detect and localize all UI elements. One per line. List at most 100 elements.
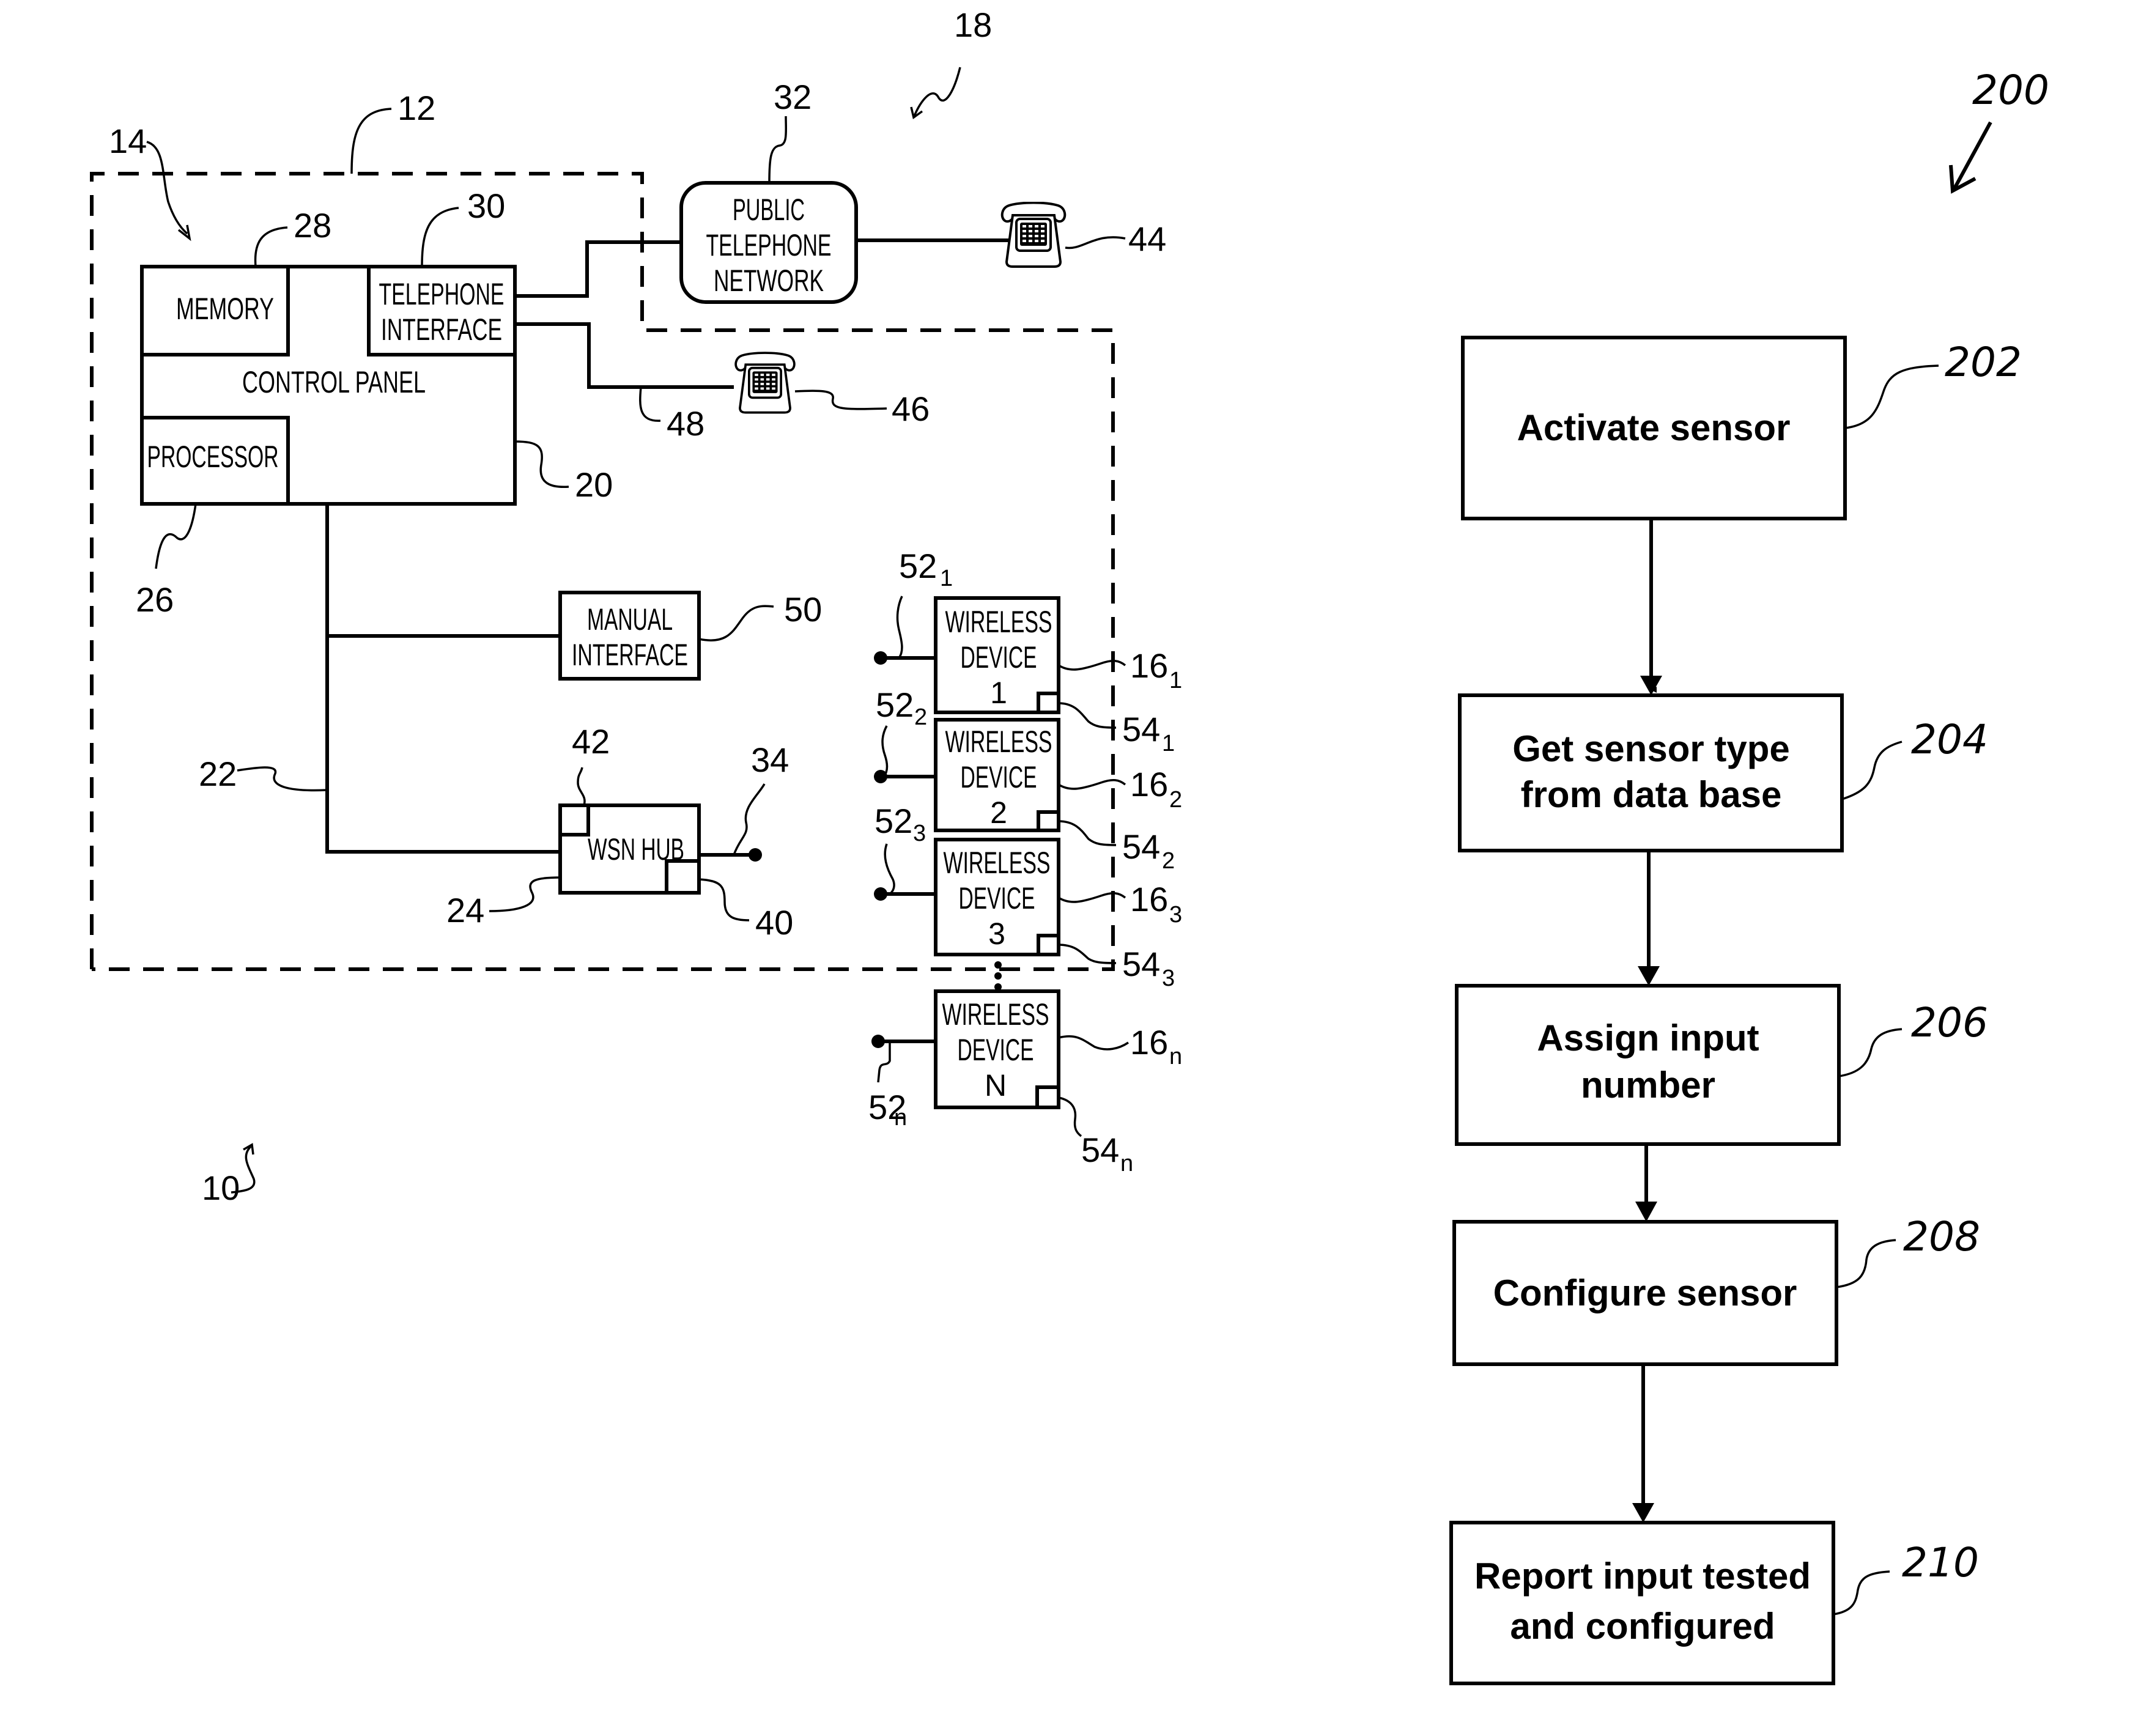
ref-26: 26 [136,580,174,619]
leader-208 [1836,1239,1896,1288]
step-204-text-2: from data base [1521,774,1782,815]
processor-label: PROCESSOR [147,440,279,474]
wd2-line1: WIRELESS [945,725,1052,759]
patent-figure: 12 14 18 CONTROL PANEL MEMORY TELEPHONE … [90,6,2049,1685]
ref-202: 202 [1945,339,2022,386]
ref-16-1: 16 [1130,646,1168,685]
ref-10: 10 [202,1169,240,1207]
leader-20 [514,440,569,489]
wireless-device-3[interactable]: WIRELESS DEVICE 3 [874,838,1060,956]
ref-204: 204 [1911,716,1988,763]
ref-52-3-sub: 3 [913,821,926,846]
antenna-terminal [749,848,762,862]
leader-42 [577,767,586,806]
leader-40 [698,878,750,922]
step-206-text-2: number [1581,1065,1715,1106]
ref-208: 208 [1903,1213,1980,1260]
ref-20: 20 [575,465,613,504]
ref-54-3: 54 [1122,945,1160,983]
ref-54-3-sub: 3 [1162,966,1175,991]
ref-54-1-sub: 1 [1162,731,1175,756]
wd3-line2: DEVICE [959,881,1035,915]
ref-50: 50 [784,590,822,629]
wsn-hub[interactable]: WSN HUB [558,803,701,895]
ref-28: 28 [294,206,331,245]
ref-34: 34 [751,741,789,779]
step-204-text-1: Get sensor type [1512,728,1790,769]
ptn-label-1: PUBLIC [733,193,805,227]
wd1-line2: DEVICE [961,640,1037,674]
ref-52-1-sub: 1 [940,566,953,591]
ptn-label-3: NETWORK [714,264,824,298]
ref-52-1: 52 [899,547,937,585]
ptn-label-2: TELEPHONE [706,228,832,262]
flow-step-202[interactable]: Activate sensor [1461,336,1847,520]
leader-18 [913,67,961,117]
telephone-interface-label-2: INTERFACE [381,312,502,347]
processor-block[interactable]: PROCESSOR [140,416,290,506]
ref-16-n: 16 [1130,1023,1168,1062]
leader-204 [1841,741,1902,800]
telephone-interface-block[interactable]: TELEPHONE INTERFACE [367,265,517,356]
ref-30: 30 [467,187,505,225]
telephone-interface-label-1: TELEPHONE [379,277,505,311]
ref-32: 32 [774,78,812,116]
leader-34 [733,783,766,855]
arrowhead [1632,1503,1654,1523]
ref-52-3: 52 [875,802,912,840]
leader-32 [768,116,788,183]
ref-42: 42 [572,722,610,761]
leader-24 [489,876,561,912]
ref-16-1-sub: 1 [1169,668,1182,693]
memory-block[interactable]: MEMORY [140,265,290,356]
manual-interface[interactable]: MANUAL INTERFACE [558,591,701,681]
leader-12 [350,108,392,174]
step-210-text-1: Report input tested [1474,1556,1811,1597]
flow-step-208[interactable]: Configure sensor [1452,1220,1838,1366]
ref-210: 210 [1902,1539,1979,1586]
leader-50 [698,605,774,641]
wd3-line3: 3 [988,917,1005,951]
ref-52-2: 52 [876,685,914,724]
arrowhead [1635,1202,1657,1222]
ref-54-2: 54 [1122,827,1160,866]
step-208-text: Configure sensor [1493,1272,1797,1313]
leader-28 [254,226,288,267]
manual-interface-label-1: MANUAL [587,602,673,637]
ref-12: 12 [398,89,435,127]
ref-54-1: 54 [1122,710,1160,748]
ref-200: 200 [1972,67,2049,114]
ref-16-2-sub: 2 [1169,787,1182,813]
leader-14 [146,141,188,235]
telephone-icon[interactable] [734,352,796,414]
public-telephone-network[interactable]: PUBLIC TELEPHONE NETWORK [679,181,858,304]
ref-52-n-sub: n [894,1105,907,1131]
arrowhead [1640,676,1662,695]
step-206-text-1: Assign input [1537,1018,1759,1058]
ref-16-2: 16 [1130,765,1168,803]
leader-44 [1065,236,1126,249]
ref-48: 48 [667,404,704,443]
arrowhead [1638,966,1660,986]
leader-46 [794,390,887,410]
line-to-ptn [515,240,681,298]
wd1-line1: WIRELESS [945,605,1052,639]
flow-step-206[interactable]: Assign input number [1455,984,1841,1146]
ellipsis-dot [994,961,1002,969]
leader-202 [1844,364,1939,429]
ref-54-n: 54 [1081,1131,1119,1169]
ref-54-2-sub: 2 [1162,848,1175,874]
leader-30 [421,207,459,267]
ref-14: 14 [109,122,147,160]
wdn-line2: DEVICE [958,1033,1034,1067]
wdn-line3: N [985,1068,1007,1103]
telephone-icon[interactable] [1000,202,1067,268]
ref-44: 44 [1128,220,1166,258]
flow-step-210[interactable]: Report input tested and configured [1449,1521,1835,1685]
ref-16-3: 16 [1130,880,1168,918]
leader-22 [237,766,328,792]
ref-40: 40 [755,903,793,942]
control-panel-label: CONTROL PANEL [242,365,426,399]
flow-step-204[interactable]: Get sensor type from data base [1458,693,1844,852]
line-48 [515,322,734,389]
